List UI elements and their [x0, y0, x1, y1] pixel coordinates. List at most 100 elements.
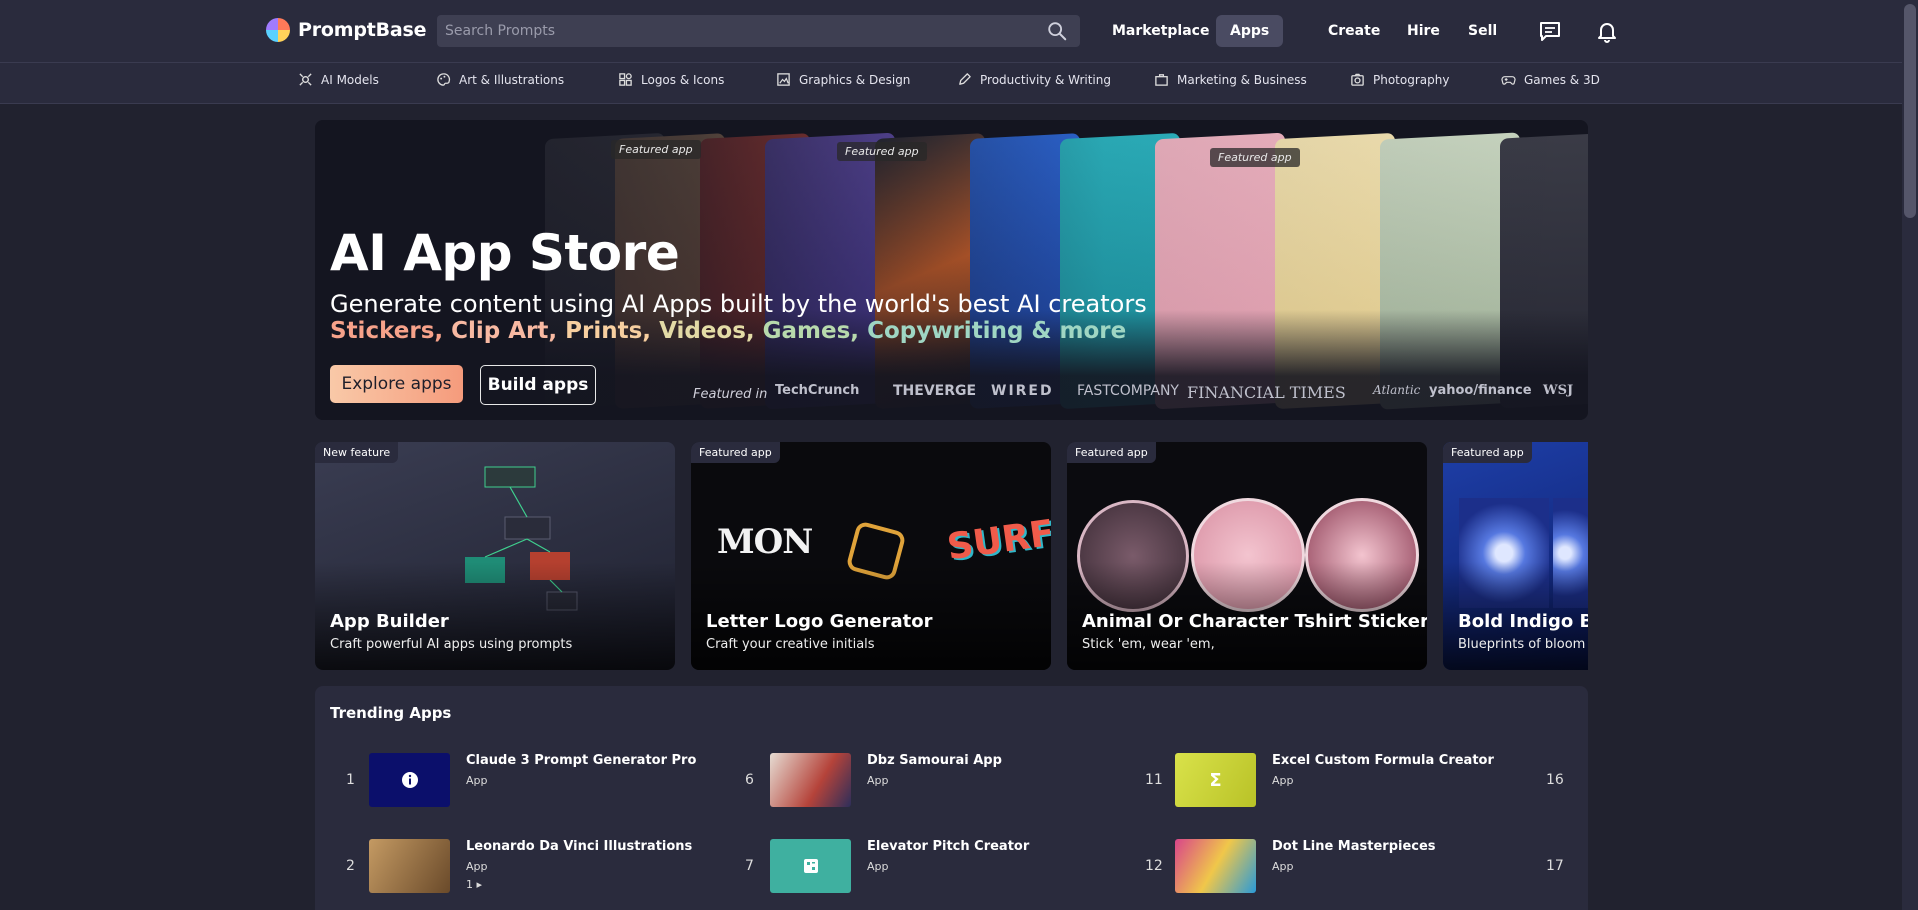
search-input[interactable]: [437, 15, 1080, 47]
hero-list-item: Copywriting & more: [867, 318, 1127, 344]
card-title: Letter Logo Generator: [706, 611, 933, 632]
category-label: Art & Illustrations: [459, 72, 565, 87]
card-title: Animal Or Character Tshirt Stickers: [1082, 611, 1427, 632]
category-label: Photography: [1373, 72, 1450, 87]
category-label: Productivity & Writing: [980, 72, 1111, 87]
brand-logo[interactable]: PromptBase: [266, 18, 427, 42]
image-frame-icon: [777, 73, 790, 86]
hero-list-item: Stickers,: [330, 318, 444, 344]
card-app-builder[interactable]: New feature App Builder Craft powerful A…: [315, 442, 675, 670]
camera-icon: [1351, 73, 1364, 86]
app-thumbnail[interactable]: Σ: [1175, 753, 1256, 807]
category-productivity-writing[interactable]: Productivity & Writing: [957, 72, 1111, 87]
card-tag: Featured app: [1443, 442, 1532, 463]
rank-number: 11: [1145, 772, 1163, 788]
app-thumbnail[interactable]: [1175, 839, 1256, 893]
rank-number: 17: [1546, 858, 1564, 874]
hero-banner: Featured app Featured app Featured app A…: [315, 120, 1588, 420]
card-subtitle: Stick 'em, wear 'em,: [1082, 637, 1215, 652]
rank-number: 7: [745, 858, 754, 874]
rank-number: 1: [346, 772, 355, 788]
nav-sell[interactable]: Sell: [1454, 15, 1511, 47]
rank-number: 6: [745, 772, 754, 788]
app-kind: App: [1272, 774, 1294, 787]
search-icon[interactable]: [1046, 20, 1068, 42]
featured-app-tag: Featured app: [1210, 148, 1300, 167]
app-name[interactable]: Dbz Samourai App: [867, 753, 1002, 768]
app-thumbnail[interactable]: [369, 839, 450, 893]
press-logo-fast-company: FASTCOMPANY: [1077, 383, 1179, 399]
rank-number: 2: [346, 858, 355, 874]
press-logo-wired: WIRED: [991, 383, 1054, 399]
scrollbar-thumb[interactable]: [1904, 4, 1916, 218]
hero-list-item: Videos,: [659, 318, 755, 344]
rank-number: 12: [1145, 858, 1163, 874]
trending-title: Trending Apps: [330, 704, 452, 722]
app-kind: App: [867, 860, 889, 873]
sigma-icon: Σ: [1209, 769, 1222, 791]
category-label: Games & 3D: [1524, 72, 1600, 87]
category-label: AI Models: [321, 72, 379, 87]
trending-apps-section: Trending Apps 1 Claude 3 Prompt Generato…: [315, 686, 1588, 910]
nav-create[interactable]: Create: [1314, 15, 1394, 47]
card-subtitle: Craft your creative initials: [706, 637, 875, 652]
press-logo-yahoo-finance: yahoo/finance: [1429, 383, 1532, 398]
nav-apps[interactable]: Apps: [1216, 15, 1284, 47]
app-kind: App: [867, 774, 889, 787]
category-label: Logos & Icons: [641, 72, 725, 87]
hero-list-item: Prints,: [565, 318, 652, 344]
card-subtitle: Blueprints of bloom b: [1458, 637, 1588, 652]
palette-icon: [437, 73, 451, 86]
shapes-icon: [619, 73, 632, 86]
explore-apps-button[interactable]: Explore apps: [330, 365, 463, 403]
app-kind: App: [466, 860, 488, 873]
category-marketing-business[interactable]: Marketing & Business: [1154, 72, 1307, 87]
info-icon: [401, 772, 418, 788]
calculator-icon: [803, 859, 818, 873]
featured-app-tag: Featured app: [611, 140, 701, 159]
category-bar: AI Models Art & Illustrations Logos & Ic…: [0, 62, 1918, 104]
card-letter-logo-generator[interactable]: MON SURF Featured app Letter Logo Genera…: [691, 442, 1051, 670]
app-thumbnail[interactable]: [369, 753, 450, 807]
category-games-3d[interactable]: Games & 3D: [1501, 72, 1600, 87]
card-bold-indigo-blooms[interactable]: Featured app Bold Indigo Bloo Blueprints…: [1443, 442, 1588, 670]
press-logo-wsj: WSJ: [1543, 383, 1574, 398]
category-graphics-design[interactable]: Graphics & Design: [776, 72, 910, 87]
app-thumbnail[interactable]: [770, 753, 851, 807]
featured-in-label: Featured in: [693, 387, 768, 402]
notifications-bell-icon[interactable]: [1595, 19, 1619, 43]
app-thumbnail[interactable]: [770, 839, 851, 893]
press-logo-techcrunch: TechCrunch: [775, 383, 860, 398]
app-kind: App: [466, 774, 488, 787]
rank-number: 16: [1546, 772, 1564, 788]
category-art-illustrations[interactable]: Art & Illustrations: [436, 72, 564, 87]
hero-list-item: Clip Art,: [451, 318, 558, 344]
ai-models-icon: [299, 73, 312, 86]
app-name[interactable]: Claude 3 Prompt Generator Pro: [466, 753, 696, 768]
app-name[interactable]: Elevator Pitch Creator: [867, 839, 1029, 854]
hero-title: AI App Store: [330, 224, 680, 282]
promptbase-logo-icon: [266, 18, 290, 42]
category-logos-icons[interactable]: Logos & Icons: [618, 72, 724, 87]
category-label: Graphics & Design: [799, 72, 911, 87]
build-apps-button[interactable]: Build apps: [480, 365, 596, 405]
app-name[interactable]: Excel Custom Formula Creator: [1272, 753, 1494, 768]
featured-app-tag: Featured app: [837, 142, 927, 161]
press-logo-atlantic: Atlantic: [1373, 383, 1421, 397]
press-logo-financial-times: FINANCIAL TIMES: [1187, 383, 1346, 402]
card-title: App Builder: [330, 611, 449, 632]
moon-logo-image: MON: [717, 522, 813, 562]
category-photography[interactable]: Photography: [1350, 72, 1449, 87]
top-navigation-bar: PromptBase Marketplace Apps Create Hire …: [0, 0, 1918, 62]
messages-icon[interactable]: [1538, 19, 1562, 43]
app-review-count: 1 ▸: [466, 878, 483, 891]
gamepad-icon: [1501, 76, 1516, 85]
app-name[interactable]: Dot Line Masterpieces: [1272, 839, 1436, 854]
card-animal-character-stickers[interactable]: Featured app Animal Or Character Tshirt …: [1067, 442, 1427, 670]
nav-hire[interactable]: Hire: [1393, 15, 1454, 47]
app-name[interactable]: Leonardo Da Vinci Illustrations: [466, 839, 692, 854]
category-ai-models[interactable]: AI Models: [298, 72, 379, 87]
hero-subtitle: Generate content using AI Apps built by …: [330, 290, 1147, 318]
card-tag: Featured app: [691, 442, 780, 463]
nav-marketplace[interactable]: Marketplace: [1098, 15, 1223, 47]
